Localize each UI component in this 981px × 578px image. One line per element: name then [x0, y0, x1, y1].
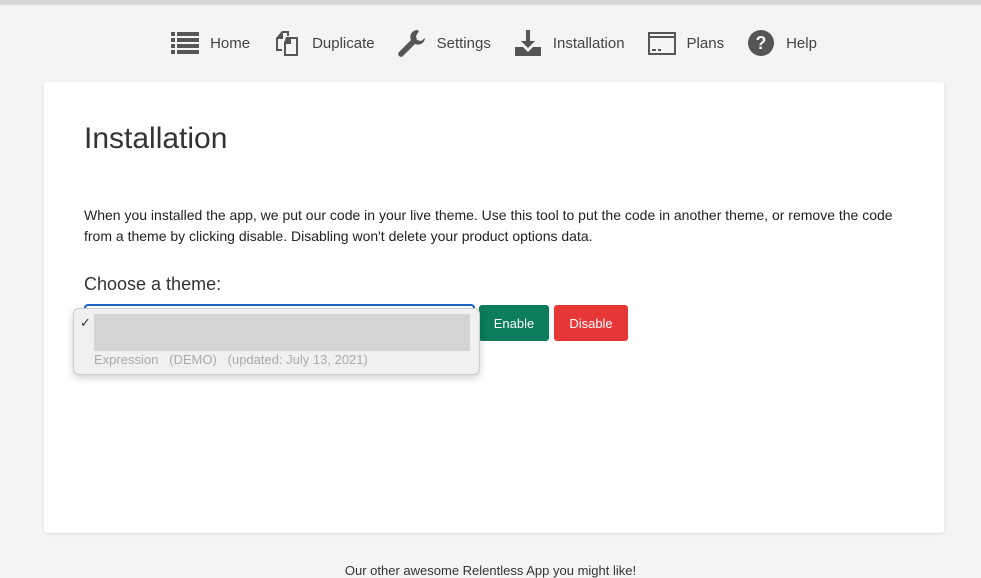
- top-bar: [0, 0, 981, 5]
- wrench-icon: [397, 30, 425, 57]
- nav-installation-label: Installation: [552, 34, 625, 52]
- theme-dropdown-menu: ✓ Expression (DEMO) (updated: July 13, 2…: [73, 308, 480, 375]
- nav-home-label: Home: [210, 34, 251, 52]
- nav-plans[interactable]: Plans: [647, 26, 725, 60]
- nav-settings-label: Settings: [436, 34, 491, 52]
- main-nav: Home Duplicate Settings Installation Pla…: [0, 26, 981, 60]
- dropdown-option[interactable]: Expression (DEMO) (updated: July 13, 202…: [94, 352, 368, 367]
- list-icon: [171, 32, 200, 54]
- disable-button[interactable]: Disable: [554, 305, 628, 341]
- nav-installation[interactable]: Installation: [513, 26, 625, 60]
- nav-settings[interactable]: Settings: [397, 26, 491, 60]
- enable-button[interactable]: Enable: [479, 305, 549, 341]
- credit-card-icon: [647, 32, 676, 55]
- choose-theme-label: Choose a theme:: [84, 274, 222, 294]
- checkmark-icon: ✓: [80, 315, 91, 330]
- dropdown-option-selected[interactable]: [94, 314, 470, 351]
- duplicate-icon: [276, 31, 299, 56]
- download-icon: [514, 30, 541, 56]
- nav-duplicate[interactable]: Duplicate: [272, 26, 375, 60]
- footer-text: Our other awesome Relentless App you mig…: [344, 563, 637, 578]
- nav-home[interactable]: Home: [170, 26, 250, 60]
- nav-duplicate-label: Duplicate: [312, 34, 375, 52]
- nav-plans-label: Plans: [686, 34, 725, 52]
- question-circle-icon: ?: [748, 30, 775, 56]
- page-description: When you installed the app, we put our c…: [84, 207, 893, 244]
- page-title: Installation: [84, 122, 228, 155]
- nav-help[interactable]: ? Help: [746, 26, 817, 60]
- nav-help-label: Help: [786, 34, 817, 52]
- svg-text:?: ?: [756, 33, 767, 53]
